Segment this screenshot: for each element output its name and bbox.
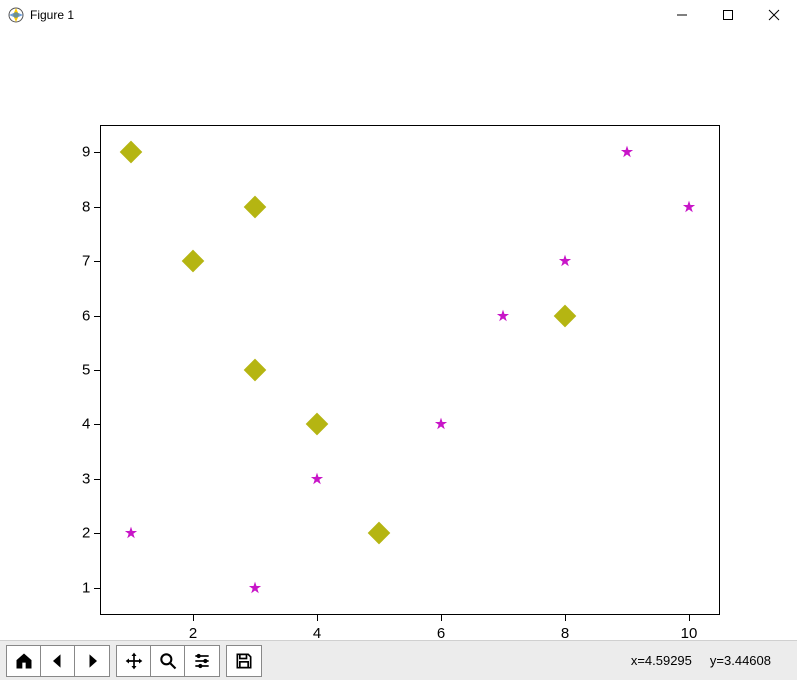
y-tick-label: 4 (82, 416, 90, 433)
y-tick (94, 207, 100, 208)
zoom-button[interactable] (151, 646, 185, 676)
x-tick (441, 615, 442, 621)
x-tick (565, 615, 566, 621)
coord-x: x=4.59295 (631, 653, 692, 668)
x-tick (317, 615, 318, 621)
app-icon (8, 7, 24, 23)
y-tick (94, 152, 100, 153)
y-tick (94, 479, 100, 480)
star-marker (496, 309, 510, 323)
star-marker (434, 417, 448, 431)
plot-area[interactable]: 123456789246810 (0, 30, 797, 640)
y-tick-label: 3 (82, 470, 90, 487)
window-title: Figure 1 (30, 8, 74, 22)
y-tick (94, 424, 100, 425)
y-tick (94, 261, 100, 262)
y-tick-label: 1 (82, 579, 90, 596)
minimize-button[interactable] (659, 0, 705, 30)
x-tick (689, 615, 690, 621)
star-marker (248, 581, 262, 595)
y-tick-label: 9 (82, 144, 90, 161)
toolbar: x=4.59295 y=3.44608 (0, 640, 797, 680)
titlebar: Figure 1 (0, 0, 797, 30)
coord-y: y=3.44608 (710, 653, 771, 668)
y-tick (94, 588, 100, 589)
y-tick (94, 533, 100, 534)
x-tick (193, 615, 194, 621)
y-tick (94, 316, 100, 317)
y-tick-label: 6 (82, 307, 90, 324)
close-button[interactable] (751, 0, 797, 30)
cursor-coords: x=4.59295 y=3.44608 (631, 653, 791, 668)
y-tick-label: 5 (82, 362, 90, 379)
y-tick-label: 2 (82, 525, 90, 542)
window-controls (659, 0, 797, 30)
configure-button[interactable] (185, 646, 219, 676)
maximize-button[interactable] (705, 0, 751, 30)
star-marker (682, 200, 696, 214)
axes-frame (100, 125, 720, 615)
home-button[interactable] (7, 646, 41, 676)
star-marker (558, 254, 572, 268)
star-marker (124, 526, 138, 540)
y-tick-label: 8 (82, 198, 90, 215)
pan-button[interactable] (117, 646, 151, 676)
y-tick-label: 7 (82, 253, 90, 270)
star-marker (310, 472, 324, 486)
star-marker (620, 145, 634, 159)
save-button[interactable] (227, 646, 261, 676)
forward-button[interactable] (75, 646, 109, 676)
y-tick (94, 370, 100, 371)
back-button[interactable] (41, 646, 75, 676)
